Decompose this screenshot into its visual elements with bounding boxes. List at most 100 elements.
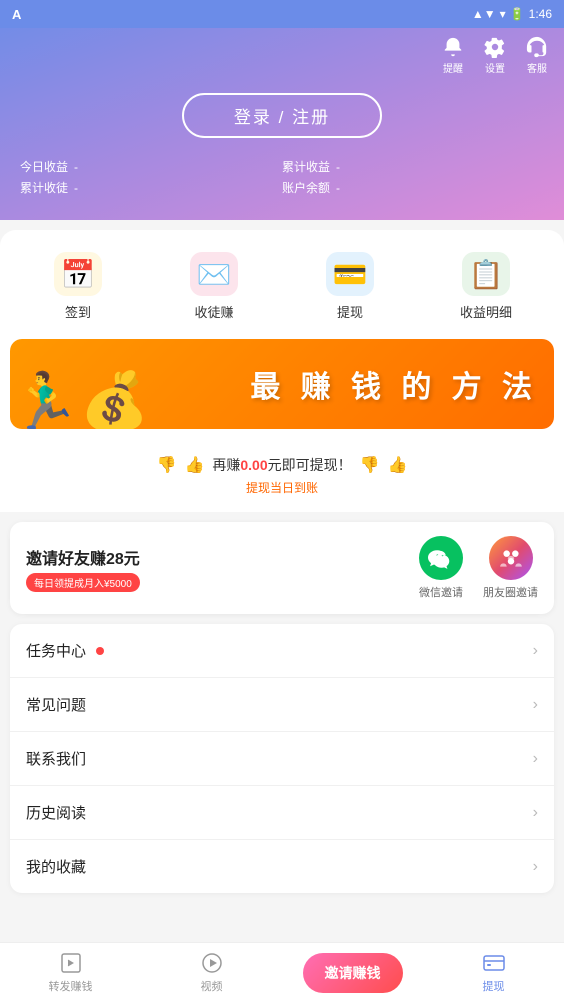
task-center-arrow: › xyxy=(533,642,538,660)
pengyouquan-invite-label: 朋友圈邀请 xyxy=(483,584,538,600)
wechat-invite-label: 微信邀请 xyxy=(419,584,463,600)
app-indicator: A xyxy=(12,7,21,22)
account-balance-value: - xyxy=(336,181,340,195)
thumb-up-left-icon: 👍 xyxy=(184,455,204,475)
thumb-down-left-icon: 👎 xyxy=(157,455,177,475)
total-earnings-label: 累计收益 xyxy=(282,158,330,175)
today-earnings-label: 今日收益 xyxy=(20,158,68,175)
pengyouquan-invite-button[interactable]: 朋友圈邀请 xyxy=(483,536,538,600)
settings-label: 设置 xyxy=(485,60,505,75)
forward-earn-icon xyxy=(59,951,83,975)
task-red-dot xyxy=(96,647,104,655)
invite-left: 邀请好友赚28元 每日领提成月入¥5000 xyxy=(26,545,140,592)
banner-figure: 🏃‍♂️💰 xyxy=(10,373,149,429)
banner-text: 最 赚 钱 的 方 法 xyxy=(250,362,538,406)
task-center-menu-item[interactable]: 任务中心 › xyxy=(10,624,554,678)
my-favorites-arrow: › xyxy=(533,858,538,876)
total-earnings-value: - xyxy=(336,160,340,174)
my-favorites-menu-item[interactable]: 我的收藏 › xyxy=(10,840,554,893)
account-balance-stat: 账户余额 - xyxy=(282,179,544,196)
wechat-icon xyxy=(419,536,463,580)
checkin-label: 签到 xyxy=(65,302,91,321)
today-earnings-stat: 今日收益 - xyxy=(20,158,282,175)
wifi-icon: ▾ xyxy=(500,7,506,21)
recruit-icon: ✉️ xyxy=(190,252,238,296)
nav-video[interactable]: 视频 xyxy=(141,951,282,994)
recruit-label: 收徒赚 xyxy=(194,302,233,321)
login-button-wrap: 登录 / 注册 xyxy=(0,93,564,138)
white-card: 📅 签到 ✉️ 收徒赚 💳 提现 📋 收益明细 🏃‍♂️💰 最 赚 钱 的 方 … xyxy=(0,230,564,512)
top-icons-bar: 提醒 设置 客服 xyxy=(0,28,564,83)
my-favorites-label: 我的收藏 xyxy=(26,856,86,877)
checkin-button[interactable]: 📅 签到 xyxy=(10,246,146,327)
nav-withdraw[interactable]: 提现 xyxy=(423,951,564,994)
history-read-menu-item[interactable]: 历史阅读 › xyxy=(10,786,554,840)
nav-withdraw-label: 提现 xyxy=(483,978,505,994)
bell-button[interactable]: 提醒 xyxy=(442,36,464,75)
history-read-left: 历史阅读 xyxy=(26,802,86,823)
login-register-button[interactable]: 登录 / 注册 xyxy=(182,93,382,138)
promo-banner[interactable]: 🏃‍♂️💰 最 赚 钱 的 方 法 xyxy=(10,339,554,429)
invite-right: 微信邀请 朋友圈邀请 xyxy=(419,536,538,600)
invite-badge: 每日领提成月入¥5000 xyxy=(26,573,140,592)
history-read-arrow: › xyxy=(533,804,538,822)
recruit-earn-button[interactable]: ✉️ 收徒赚 xyxy=(146,246,282,327)
contact-us-label: 联系我们 xyxy=(26,748,86,769)
wechat-invite-button[interactable]: 微信邀请 xyxy=(419,536,463,600)
bottom-nav: 转发赚钱 视频 邀请赚钱 提现 xyxy=(0,942,564,1002)
earn-icons-row: 👎 👍 再赚0.00元即可提现！ 👎 👍 xyxy=(0,455,564,475)
bell-label: 提醒 xyxy=(443,60,463,75)
thumb-down-right-icon: 👎 xyxy=(360,455,380,475)
withdraw-label: 提现 xyxy=(337,302,363,321)
menu-section: 任务中心 › 常见问题 › 联系我们 › 历史阅读 › 我的收藏 xyxy=(10,624,554,893)
settings-button[interactable]: 设置 xyxy=(484,36,506,75)
today-earnings-value: - xyxy=(74,160,78,174)
task-center-label: 任务中心 xyxy=(26,640,86,661)
bell-icon xyxy=(442,36,464,58)
invite-earn-button[interactable]: 邀请赚钱 xyxy=(303,953,403,993)
earn-text: 再赚0.00元即可提现！ xyxy=(212,455,351,475)
contact-us-left: 联系我们 xyxy=(26,748,86,769)
faq-menu-item[interactable]: 常见问题 › xyxy=(10,678,554,732)
nav-video-label: 视频 xyxy=(201,978,223,994)
withdraw-button[interactable]: 💳 提现 xyxy=(282,246,418,327)
contact-us-arrow: › xyxy=(533,750,538,768)
total-earnings-stat: 累计收益 - xyxy=(282,158,544,175)
faq-arrow: › xyxy=(533,696,538,714)
settings-icon xyxy=(484,36,506,58)
earn-subtext: 提现当日到账 xyxy=(0,479,564,496)
time-display: 1:46 xyxy=(529,7,552,21)
withdraw-icon: 💳 xyxy=(326,252,374,296)
status-right: ▲▼ ▾ 🔋 1:46 xyxy=(472,7,552,21)
play-icon xyxy=(200,951,224,975)
nav-forward-earn[interactable]: 转发赚钱 xyxy=(0,951,141,994)
content-wrap: 📅 签到 ✉️ 收徒赚 💳 提现 📋 收益明细 🏃‍♂️💰 最 赚 钱 的 方 … xyxy=(0,230,564,971)
service-icon xyxy=(526,36,548,58)
quick-actions: 📅 签到 ✉️ 收徒赚 💳 提现 📋 收益明细 xyxy=(0,246,564,327)
invite-title: 邀请好友赚28元 xyxy=(26,545,140,569)
contact-us-menu-item[interactable]: 联系我们 › xyxy=(10,732,554,786)
total-recruits-value: - xyxy=(74,181,78,195)
earnings-detail-button[interactable]: 📋 收益明细 xyxy=(418,246,554,327)
earn-amount: 0.00 xyxy=(240,457,267,473)
nav-forward-earn-label: 转发赚钱 xyxy=(49,978,93,994)
faq-label: 常见问题 xyxy=(26,694,86,715)
battery-icon: 🔋 xyxy=(510,7,525,21)
account-balance-label: 账户余额 xyxy=(282,179,330,196)
service-button[interactable]: 客服 xyxy=(526,36,548,75)
stats-row: 今日收益 - 累计收益 - 累计收徒 - 账户余额 - xyxy=(0,158,564,196)
history-read-label: 历史阅读 xyxy=(26,802,86,823)
checkin-icon: 📅 xyxy=(54,252,102,296)
signal-icon: ▲▼ xyxy=(472,7,496,21)
thumb-up-right-icon: 👍 xyxy=(388,455,408,475)
earnings-detail-icon: 📋 xyxy=(462,252,510,296)
total-recruits-stat: 累计收徒 - xyxy=(20,179,282,196)
task-center-left: 任务中心 xyxy=(26,640,104,661)
faq-left: 常见问题 xyxy=(26,694,86,715)
earn-info-section: 👎 👍 再赚0.00元即可提现！ 👎 👍 提现当日到账 xyxy=(0,441,564,502)
invite-section: 邀请好友赚28元 每日领提成月入¥5000 微信邀请 xyxy=(10,522,554,614)
total-recruits-label: 累计收徒 xyxy=(20,179,68,196)
status-bar: A ▲▼ ▾ 🔋 1:46 xyxy=(0,0,564,28)
earnings-detail-label: 收益明细 xyxy=(460,302,512,321)
service-label: 客服 xyxy=(527,60,547,75)
